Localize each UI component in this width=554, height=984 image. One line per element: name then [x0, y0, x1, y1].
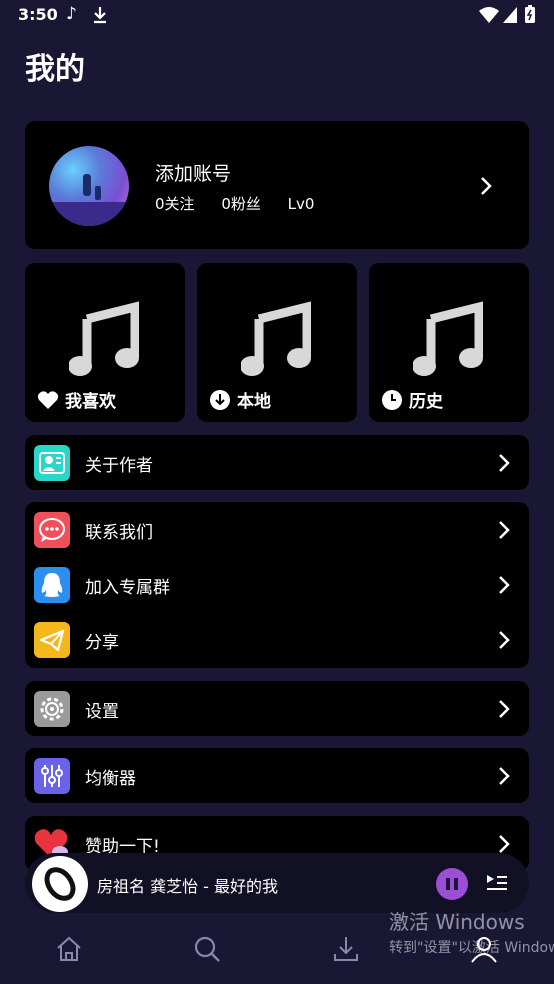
menu-group-about: 关于作者 [25, 435, 529, 490]
favorites-label: 我喜欢 [65, 392, 116, 412]
menu-item-group[interactable]: 加入专属群 [25, 557, 529, 612]
music-note-icon [413, 301, 483, 376]
chat-bubble-icon [34, 512, 70, 548]
chevron-right-icon [481, 177, 492, 195]
music-note-icon [241, 301, 311, 376]
local-card[interactable]: 本地 [197, 263, 357, 422]
clock-icon [382, 389, 402, 410]
following-count[interactable]: 0关注 [155, 195, 195, 213]
download-status-icon [94, 7, 106, 24]
menu-group-social: 联系我们 加入专属群 分享 [25, 502, 529, 668]
profile-icon[interactable] [469, 934, 499, 964]
menu-label-contact: 联系我们 [85, 523, 153, 543]
download-circle-icon [210, 389, 230, 410]
chevron-right-icon [499, 767, 510, 785]
account-stats: 0关注 0粉丝 Lv0 [155, 193, 336, 214]
menu-item-contact[interactable]: 联系我们 [25, 502, 529, 557]
equalizer-icon [34, 758, 70, 794]
gear-icon [34, 691, 70, 727]
history-label: 历史 [409, 392, 443, 412]
user-icon [34, 445, 70, 481]
user-level: Lv0 [287, 195, 315, 213]
playlist-queue-icon[interactable] [485, 871, 509, 895]
menu-group-settings: 设置 [25, 681, 529, 736]
qq-penguin-icon [34, 567, 70, 603]
menu-label-group: 加入专属群 [85, 578, 170, 598]
chevron-right-icon [499, 454, 510, 472]
pause-button[interactable] [436, 868, 468, 900]
wifi-icon [479, 7, 499, 23]
history-card[interactable]: 历史 [369, 263, 529, 422]
chevron-right-icon [499, 576, 510, 594]
account-card[interactable]: 添加账号 0关注 0粉丝 Lv0 [25, 121, 529, 249]
avatar[interactable] [49, 146, 129, 226]
local-label: 本地 [237, 392, 271, 412]
fans-count[interactable]: 0粉丝 [221, 195, 261, 213]
menu-item-settings[interactable]: 设置 [25, 681, 529, 736]
status-bar: 3:50 ♪ [0, 0, 554, 32]
chevron-right-icon [499, 700, 510, 718]
home-icon[interactable] [54, 934, 84, 964]
search-icon[interactable] [192, 934, 222, 964]
chevron-right-icon [499, 835, 510, 853]
menu-label-settings: 设置 [85, 702, 119, 722]
signal-icon [503, 7, 517, 23]
music-note-icon [69, 301, 139, 376]
menu-item-about[interactable]: 关于作者 [25, 435, 529, 490]
mini-player[interactable]: 房祖名 龚芝怡 - 最好的我 [25, 853, 529, 913]
heart-icon [37, 390, 59, 409]
menu-label-share: 分享 [85, 633, 119, 653]
account-name: 添加账号 [155, 163, 232, 185]
menu-item-equalizer[interactable]: 均衡器 [25, 748, 529, 803]
favorites-card[interactable]: 我喜欢 [25, 263, 185, 422]
menu-label-equalizer: 均衡器 [85, 769, 136, 789]
battery-icon [525, 5, 535, 23]
music-note-icon: ♪ [66, 4, 77, 24]
download-icon[interactable] [331, 934, 361, 964]
menu-group-equalizer: 均衡器 [25, 748, 529, 803]
now-playing-title: 房祖名 龚芝怡 - 最好的我 [97, 877, 279, 896]
bottom-tab-bar [0, 920, 554, 984]
menu-item-share[interactable]: 分享 [25, 612, 529, 667]
chevron-right-icon [499, 521, 510, 539]
status-time: 3:50 [18, 5, 58, 24]
album-cover[interactable] [32, 856, 88, 912]
share-plane-icon [34, 622, 70, 658]
page-title: 我的 [25, 52, 85, 87]
menu-label-about: 关于作者 [85, 456, 153, 476]
chevron-right-icon [499, 631, 510, 649]
